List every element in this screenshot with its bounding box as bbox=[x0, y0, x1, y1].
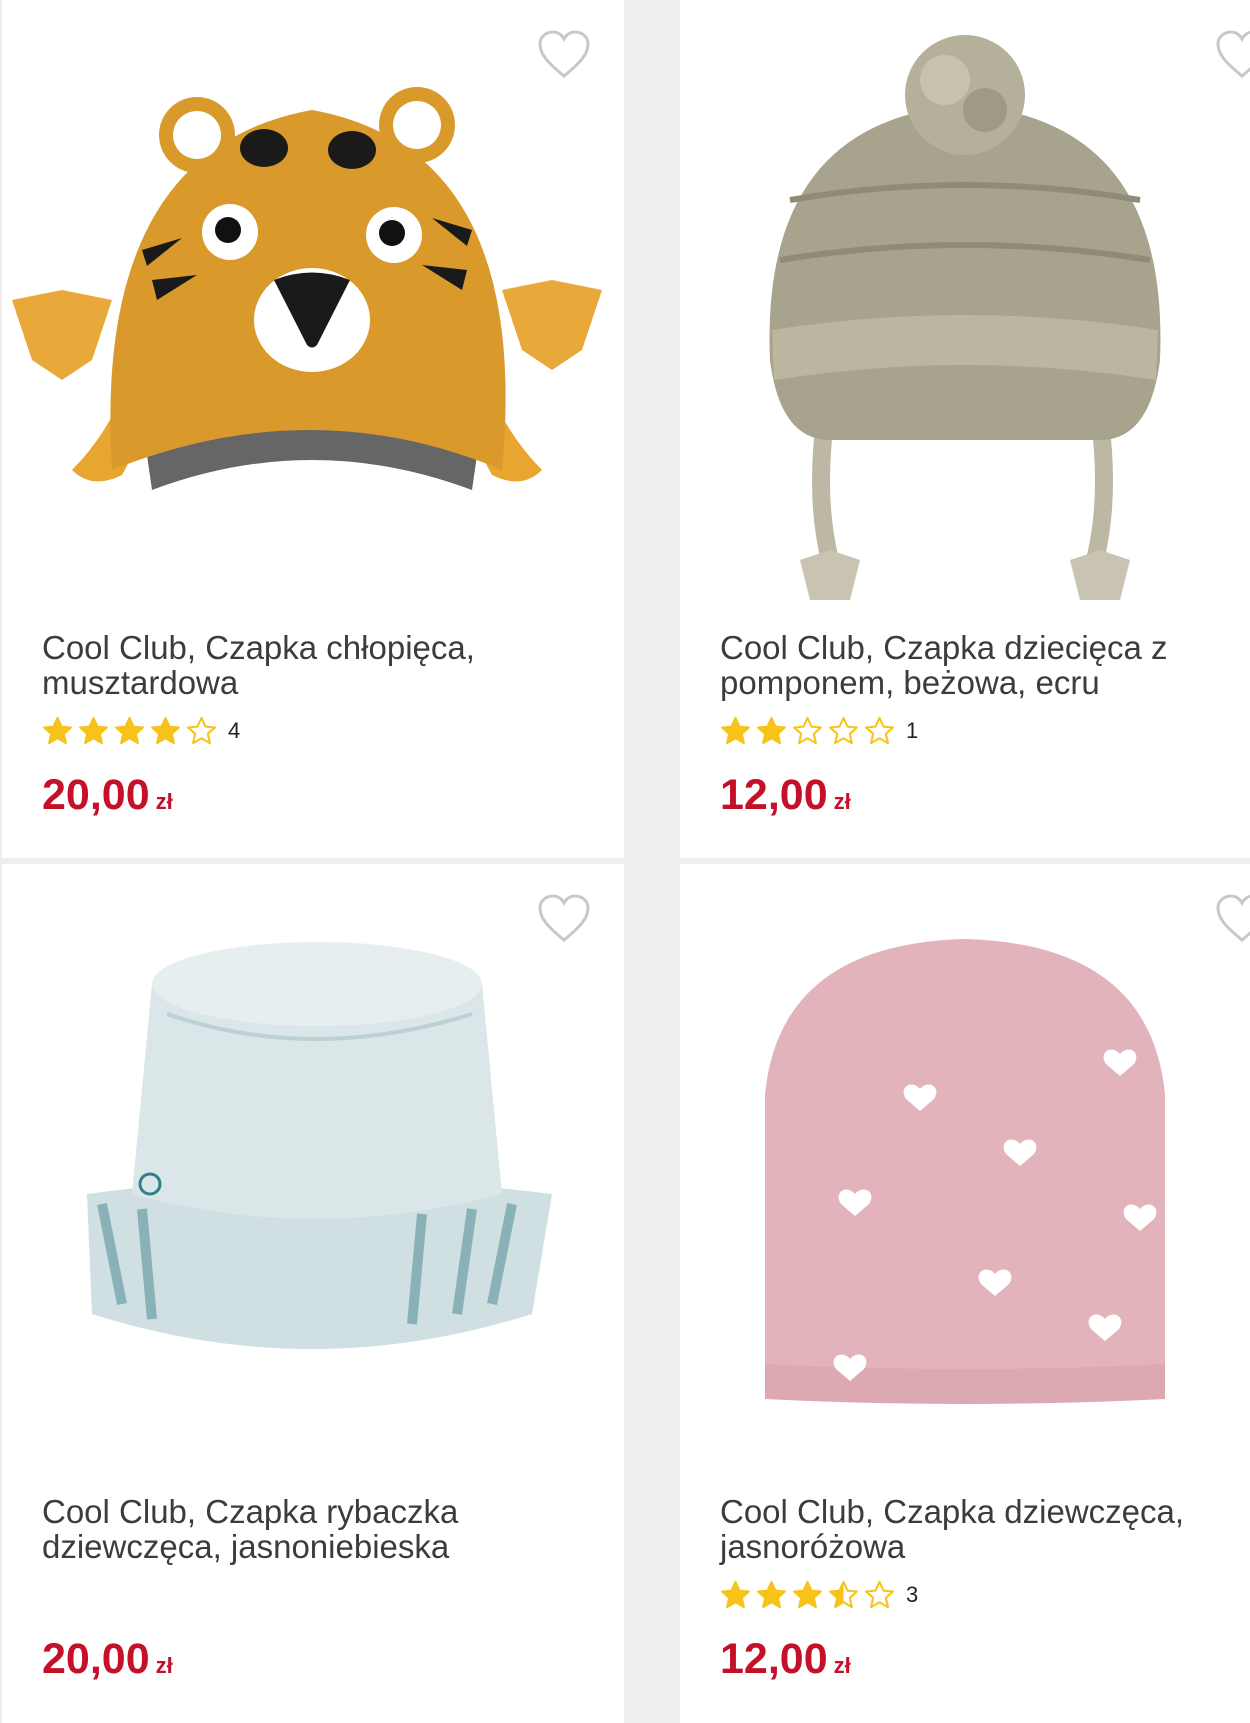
product-title[interactable]: Cool Club, Czapka dziewczęca, jasnoróżow… bbox=[720, 1494, 1230, 1564]
heart-outline-icon bbox=[1216, 30, 1250, 78]
price-amount: 20,00 bbox=[42, 1635, 150, 1683]
pompom-beanie-image bbox=[769, 35, 1161, 600]
star-empty-icon bbox=[187, 716, 216, 744]
product-title[interactable]: Cool Club, Czapka chłopięca, musztardowa bbox=[42, 630, 604, 700]
favorite-button[interactable] bbox=[1215, 894, 1250, 944]
star-filled-icon bbox=[757, 1580, 786, 1608]
tiger-knit-hat-image bbox=[12, 87, 602, 490]
price-currency: zł bbox=[833, 1653, 851, 1678]
star-empty-icon bbox=[829, 716, 858, 744]
favorite-button[interactable] bbox=[537, 894, 591, 944]
heart-outline-icon bbox=[538, 894, 590, 942]
star-filled-icon bbox=[793, 1580, 822, 1608]
product-image[interactable] bbox=[680, 0, 1250, 610]
product-price: 12,00 zł bbox=[720, 771, 851, 820]
product-image[interactable] bbox=[680, 864, 1250, 1474]
rating: 1 bbox=[720, 714, 918, 748]
star-filled-icon bbox=[757, 716, 786, 744]
star-half-icon bbox=[829, 1580, 858, 1608]
price-amount: 20,00 bbox=[42, 771, 150, 819]
favorite-button[interactable] bbox=[1215, 30, 1250, 80]
rating: 4 bbox=[42, 714, 240, 748]
rating: 3 bbox=[720, 1578, 918, 1612]
product-image[interactable] bbox=[2, 864, 624, 1474]
product-card[interactable]: Cool Club, Czapka dziewczęca, jasnoróżow… bbox=[680, 864, 1250, 1723]
pink-heart-beanie-image bbox=[765, 939, 1165, 1404]
star-empty-icon bbox=[793, 716, 822, 744]
price-amount: 12,00 bbox=[720, 771, 828, 819]
rating-count: 1 bbox=[906, 718, 919, 743]
heart-outline-icon bbox=[1216, 894, 1250, 942]
price-currency: zł bbox=[155, 789, 173, 814]
price-amount: 12,00 bbox=[720, 1635, 828, 1683]
rating-count: 3 bbox=[906, 1582, 919, 1607]
product-card[interactable]: Cool Club, Czapka rybaczka dziewczęca, j… bbox=[2, 864, 624, 1723]
star-filled-icon bbox=[43, 716, 72, 744]
price-currency: zł bbox=[833, 789, 851, 814]
product-card[interactable]: Cool Club, Czapka chłopięca, musztardowa… bbox=[2, 0, 624, 858]
bucket-hat-image bbox=[87, 942, 552, 1349]
product-image[interactable] bbox=[2, 0, 624, 610]
favorite-button[interactable] bbox=[537, 30, 591, 80]
product-grid: Cool Club, Czapka chłopięca, musztardowa… bbox=[0, 0, 1250, 1723]
heart-outline-icon bbox=[538, 30, 590, 78]
star-filled-icon bbox=[151, 716, 180, 744]
product-title[interactable]: Cool Club, Czapka rybaczka dziewczęca, j… bbox=[42, 1494, 604, 1564]
star-filled-icon bbox=[721, 716, 750, 744]
product-title[interactable]: Cool Club, Czapka dziecięca z pomponem, … bbox=[720, 630, 1230, 700]
product-price: 20,00 zł bbox=[42, 771, 173, 820]
star-filled-icon bbox=[115, 716, 144, 744]
star-empty-icon bbox=[865, 716, 894, 744]
star-empty-icon bbox=[865, 1580, 894, 1608]
product-price: 12,00 zł bbox=[720, 1635, 851, 1684]
price-currency: zł bbox=[155, 1653, 173, 1678]
product-price: 20,00 zł bbox=[42, 1635, 173, 1684]
product-card[interactable]: Cool Club, Czapka dziecięca z pomponem, … bbox=[680, 0, 1250, 858]
star-filled-icon bbox=[79, 716, 108, 744]
rating-count: 4 bbox=[228, 718, 241, 743]
star-filled-icon bbox=[721, 1580, 750, 1608]
